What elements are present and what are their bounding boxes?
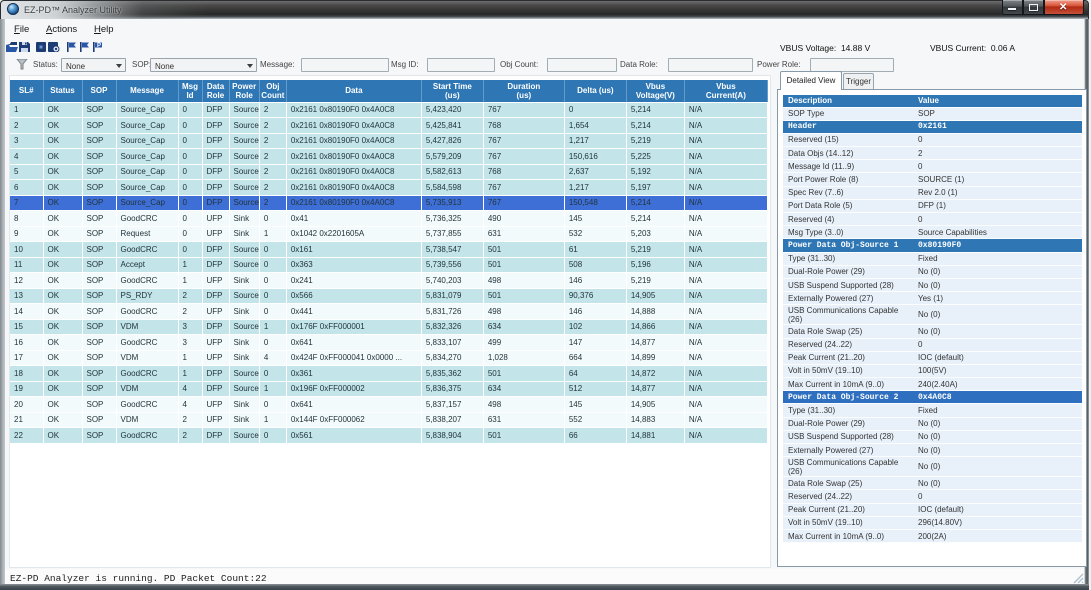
svg-text:P: P	[97, 43, 101, 49]
